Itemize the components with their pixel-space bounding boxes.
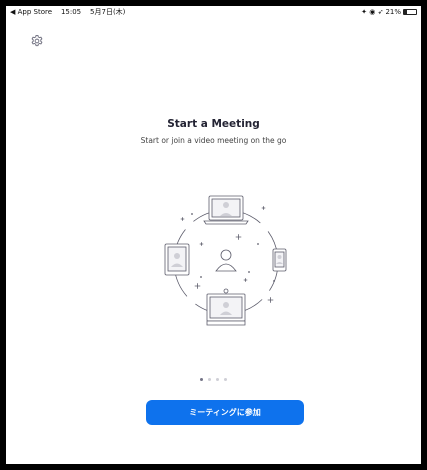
gear-icon — [31, 34, 43, 47]
page-dot[interactable] — [216, 378, 219, 381]
page-dot[interactable] — [208, 378, 211, 381]
settings-gear-button[interactable] — [30, 33, 44, 47]
wifi-location-icons: ✦ ◉ ➶ — [361, 8, 384, 16]
page-dot[interactable] — [200, 378, 203, 381]
page-subtitle: Start or join a video meeting on the go — [140, 136, 287, 145]
meeting-illustration — [146, 184, 291, 334]
status-time: 15:05 — [60, 8, 82, 16]
status-bar: ◀ App Store 15:05 5月7日(木) ✦ ◉ ➶ 21% — [6, 6, 421, 18]
room-system-icon — [206, 288, 246, 326]
battery-icon — [403, 9, 417, 15]
page-indicator — [6, 369, 421, 381]
join-meeting-button-label: ミーティングに参加 — [189, 408, 261, 417]
status-right: ✦ ◉ ➶ 21% — [361, 6, 417, 18]
meeting-devices-illustration — [164, 195, 287, 326]
tablet-icon — [164, 243, 190, 276]
battery-fill — [404, 10, 407, 14]
status-left: ◀ App Store 15:05 5月7日(木) — [10, 6, 125, 18]
app-screen: ◀ App Store 15:05 5月7日(木) ✦ ◉ ➶ 21% Star… — [0, 0, 427, 470]
join-meeting-button[interactable]: ミーティングに参加 — [146, 400, 304, 425]
laptop-icon — [203, 195, 249, 225]
back-to-app-store[interactable]: ◀ App Store — [10, 8, 52, 16]
status-date: 5月7日(木) — [90, 8, 126, 16]
page-dot[interactable] — [224, 378, 227, 381]
battery-percent: 21% — [385, 8, 401, 16]
page-title: Start a Meeting — [167, 118, 260, 130]
user-icon — [215, 249, 237, 272]
phone-icon — [272, 248, 287, 272]
